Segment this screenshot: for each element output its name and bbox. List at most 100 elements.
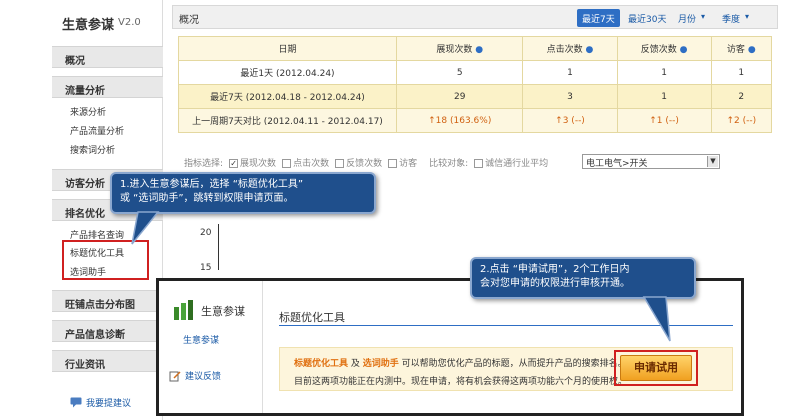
feedback-link[interactable]: 我要提建议 [70,396,131,409]
checkbox-feedback[interactable]: 反馈次数 [335,156,382,169]
nav-group-traffic[interactable]: 流量分析 [52,76,163,98]
table-row: 最近1天 (2012.04.24) 5 1 1 1 [178,60,773,85]
checkbox-label: 点击次数 [293,158,330,169]
col-header-label: 展现次数 [436,45,473,55]
table-cell: 1 [522,60,618,85]
overview-topbar: 概况 最近7天 最近30天 月份 ▾ 季度 ▾ [172,5,778,29]
app-title: 生意参谋 [62,18,115,33]
popup-notice: 标题优化工具 及 选词助手 可以帮助您优化产品的标题，从而提升产品的搜索排名。 … [279,347,733,391]
table-row: 上一周期7天对比 (2012.04.11 - 2012.04.17) 18 (1… [178,108,773,133]
callout-text: 会对您申请的权限进行审核开通。 [480,278,630,289]
popup-feedback-link[interactable]: 建议反馈 [169,369,221,382]
checkbox-box [388,158,398,168]
checkbox-industry-avg[interactable]: 诚信通行业平均 [474,156,548,169]
col-header-label: 点击次数 [546,45,583,55]
table-header-row: 日期 展现次数 ● 点击次数 ● 反馈次数 ● 访客 ● [178,36,773,61]
table-cell: 2 (--) [710,108,773,133]
filter-label: 指标选择: [184,158,224,169]
table-cell: 最近7天 (2012.04.18 - 2012.04.24) [178,84,397,109]
help-icon: ● [679,45,688,55]
up-arrow-value: 18 (163.6%) [428,116,491,126]
select-value: 电工电气>开关 [586,159,648,169]
nav-group-product-diag[interactable]: 产品信息诊断 [52,320,163,342]
checkbox-box [474,158,484,168]
chart-axis [218,224,219,270]
checkbox-label: 诚信通行业平均 [485,158,549,169]
y-tick: 20 [200,228,212,238]
feedback-label: 我要提建议 [86,399,132,409]
popup-heading: 标题优化工具 [279,311,345,324]
nav-item-search-term[interactable]: 搜索词分析 [70,143,115,156]
help-icon: ● [585,45,594,55]
checkbox-box [335,158,345,168]
table-cell: 最近1天 (2012.04.24) [178,60,397,85]
up-arrow-value: 1 (--) [649,116,679,126]
col-clicks-header[interactable]: 点击次数 ● [522,36,618,61]
tab-quarter[interactable]: 季度 [717,9,745,27]
up-arrow-value: 2 (--) [726,116,756,126]
help-icon: ● [747,45,756,55]
callout-text: 1.进入生意参谋后，选择 “标题优化工具” [120,179,304,190]
popup-sidebar: 生意参谋 生意参谋 建议反馈 [159,281,263,413]
table-cell: 3 [522,84,618,109]
notice-line-1: 标题优化工具 及 选词助手 可以帮助您优化产品的标题，从而提升产品的搜索排名。 [294,356,627,369]
checkbox-box: ✓ [229,158,239,168]
callout-step-1: 1.进入生意参谋后，选择 “标题优化工具” 或 “选词助手”，跳转到权限申请页面… [110,172,376,214]
checkbox-impressions[interactable]: ✓ 展现次数 [229,156,276,169]
highlight-box [62,240,149,280]
table-cell: 上一周期7天对比 (2012.04.11 - 2012.04.17) [178,108,397,133]
up-arrow-value: 3 (--) [555,116,585,126]
col-date-header: 日期 [178,36,397,61]
table-cell: 1 (--) [616,108,712,133]
table-cell: 5 [395,60,524,85]
notice-text: 及 [348,359,363,369]
table-cell: 1 [710,60,773,85]
checkbox-visitors[interactable]: 访客 [388,156,417,169]
bar-chart-logo-icon [174,300,193,320]
table-cell: 1 [616,84,712,109]
col-header-label: 访客 [726,45,745,55]
callout-pointer [642,296,671,342]
col-header-label: 反馈次数 [640,45,677,55]
overview-title: 概况 [179,15,199,26]
compare-label: 比较对象: [429,158,469,169]
notice-line-2: 目前这两项功能正在内测中。现在申请，将有机会获得这两项功能六个月的使用权。 [294,377,628,387]
callout-text: 或 “选词助手”，跳转到权限申请页面。 [120,193,294,204]
popup-feedback-label: 建议反馈 [185,372,222,382]
comment-icon [70,397,82,408]
chevron-down-icon: ▼ [707,156,718,167]
checkbox-label: 反馈次数 [346,158,383,169]
col-impressions-header[interactable]: 展现次数 ● [395,36,524,61]
y-tick: 15 [200,263,212,273]
table-cell: 18 (163.6%) [395,108,524,133]
callout-text: 2.点击 “申请试用”，2个工作日内 [480,264,630,275]
tab-last-30-days[interactable]: 最近30天 [623,9,671,27]
apply-trial-button[interactable]: 申请试用 [620,355,692,381]
checkbox-clicks[interactable]: 点击次数 [282,156,329,169]
tab-month[interactable]: 月份 [673,9,701,27]
notice-highlight: 标题优化工具 [294,359,349,369]
table-row: 最近7天 (2012.04.18 - 2012.04.24) 29 3 1 2 [178,84,773,109]
table-cell: 3 (--) [522,108,618,133]
chevron-down-icon: ▾ [745,12,750,21]
checkbox-label: 展现次数 [240,158,277,169]
nav-item-source[interactable]: 来源分析 [70,105,106,118]
notice-text: 可以帮助您优化产品的标题，从而提升产品的搜索排名。 [398,359,627,369]
chevron-down-icon: ▾ [701,12,706,21]
notice-highlight: 选词助手 [362,359,399,369]
table-cell: 29 [395,84,524,109]
category-select[interactable]: 电工电气>开关 ▼ [582,154,720,169]
nav-group-industry[interactable]: 行业资讯 [52,350,163,372]
app-version: V2.0 [118,17,141,28]
checkbox-label: 访客 [399,158,418,169]
nav-group-overview[interactable]: 概况 [52,46,163,68]
col-feedback-header[interactable]: 反馈次数 ● [616,36,712,61]
nav-item-product-traffic[interactable]: 产品流量分析 [70,124,124,137]
callout-pointer [131,211,160,245]
table-cell: 2 [710,84,773,109]
nav-group-wangpu[interactable]: 旺铺点击分布图 [52,290,163,312]
tab-last-7-days[interactable]: 最近7天 [577,9,620,27]
popup-sub-link[interactable]: 生意参谋 [183,333,219,346]
help-icon: ● [475,45,484,55]
col-visitors-header[interactable]: 访客 ● [710,36,773,61]
